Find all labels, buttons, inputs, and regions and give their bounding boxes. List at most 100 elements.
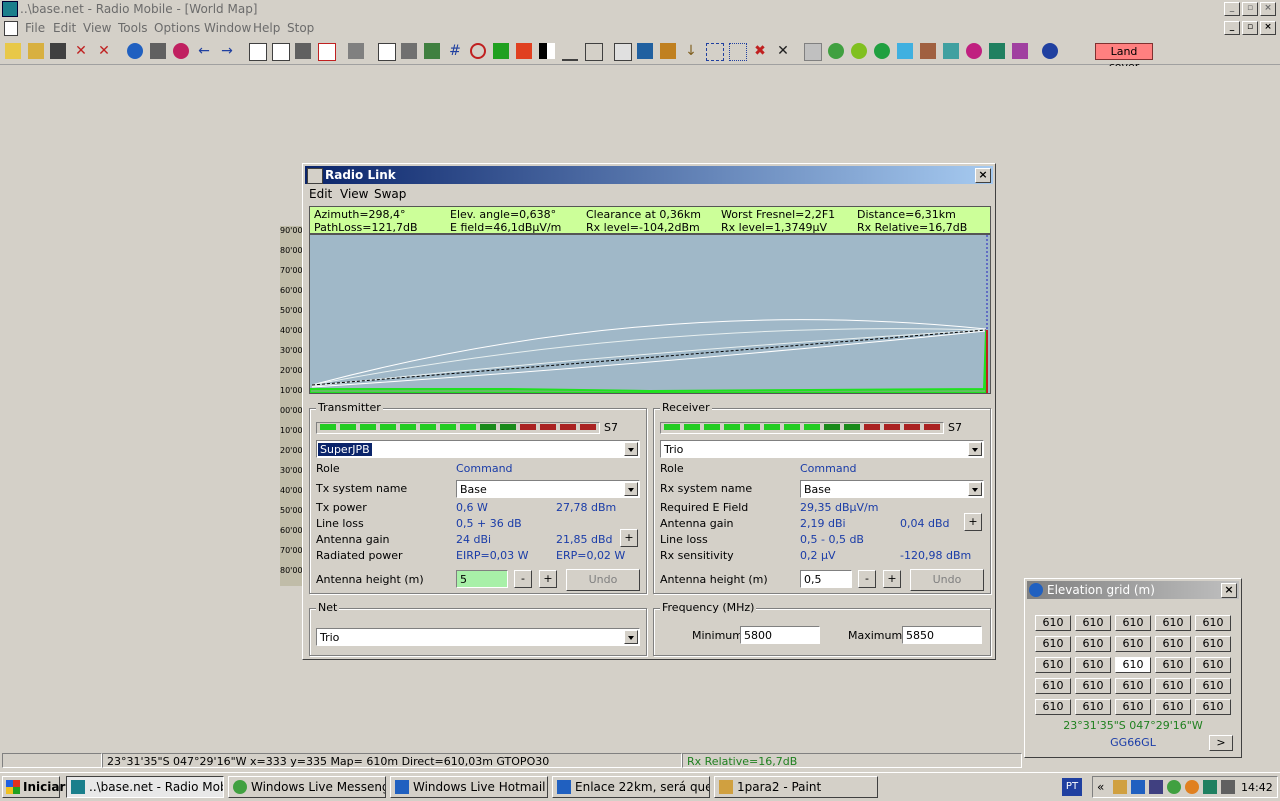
new-icon[interactable]	[5, 43, 21, 59]
restore-button[interactable]: ▫	[1242, 2, 1258, 16]
save-icon[interactable]	[50, 43, 66, 59]
tx-gain-plus-button[interactable]: +	[620, 529, 638, 547]
house-icon[interactable]	[516, 43, 532, 59]
frame-icon[interactable]	[585, 43, 603, 61]
menu-view[interactable]: View	[83, 21, 111, 35]
rx-height-input[interactable]: 0,5	[800, 570, 852, 588]
radio-link-close-button[interactable]: ×	[975, 168, 991, 183]
rx-unit-select[interactable]: Trio	[660, 440, 984, 458]
pdf-icon[interactable]	[318, 43, 336, 61]
tray-network-icon[interactable]	[1131, 780, 1145, 794]
freq-max-input[interactable]: 5850	[902, 626, 982, 644]
cross-icon[interactable]: ✕	[775, 43, 791, 59]
walker-icon[interactable]	[660, 43, 676, 59]
close-button[interactable]: ×	[1260, 2, 1276, 16]
rx-system-select[interactable]: Base	[800, 480, 984, 498]
earth-icon[interactable]	[874, 43, 890, 59]
gradient-icon[interactable]	[539, 43, 555, 59]
tray-volume-icon[interactable]	[1203, 780, 1217, 794]
forward-icon[interactable]: →	[219, 43, 235, 59]
elevation-cell[interactable]: 610	[1195, 615, 1231, 631]
menu-options[interactable]: Options	[154, 21, 200, 35]
yellow-circle-icon[interactable]	[851, 43, 867, 59]
elevation-cell[interactable]: 610	[1115, 699, 1151, 715]
table-icon[interactable]	[614, 43, 632, 61]
unit-icon[interactable]: ✕	[96, 43, 112, 59]
minimize-button[interactable]: _	[1224, 2, 1240, 16]
network-icon[interactable]: ✕	[73, 43, 89, 59]
tray-app-icon[interactable]	[1113, 780, 1127, 794]
rx-undo-button[interactable]: Undo	[910, 569, 984, 591]
grid-icon[interactable]: #	[447, 43, 463, 59]
menu-edit[interactable]: Edit	[53, 21, 76, 35]
elevation-cell[interactable]: 610	[1115, 678, 1151, 694]
tx-height-plus-button[interactable]: +	[539, 570, 557, 588]
elevation-cell[interactable]: 610	[1035, 636, 1071, 652]
world-icon[interactable]	[1042, 43, 1058, 59]
task-messenger[interactable]: Windows Live Messenger	[228, 776, 386, 798]
cylinder-icon[interactable]	[897, 43, 913, 59]
elevation-cell[interactable]: 610	[1075, 699, 1111, 715]
tx-height-input[interactable]: 5	[456, 570, 508, 588]
language-indicator[interactable]: PT	[1062, 778, 1082, 796]
elevation-cell[interactable]: 610	[1075, 615, 1111, 631]
delete-icon[interactable]: ✖	[752, 43, 768, 59]
elevation-cell[interactable]: 610	[1075, 636, 1111, 652]
elevation-cell[interactable]: 610	[1075, 657, 1111, 673]
select-icon[interactable]	[706, 43, 724, 61]
elevation-cell[interactable]: 610	[1115, 636, 1151, 652]
terrain-icon[interactable]	[424, 43, 440, 59]
elevation-cell[interactable]: 610	[1155, 657, 1191, 673]
back-icon[interactable]: ←	[196, 43, 212, 59]
rl-menu-edit[interactable]: Edit	[309, 187, 332, 201]
tray-messenger-icon[interactable]	[1167, 780, 1181, 794]
rx-role-link[interactable]: Command	[800, 462, 857, 475]
menu-file[interactable]: File	[25, 21, 45, 35]
elevation-cell[interactable]: 610	[1035, 657, 1071, 673]
download-icon[interactable]: ↓	[683, 43, 699, 59]
freq-min-input[interactable]: 5800	[740, 626, 820, 644]
tower-icon[interactable]	[920, 43, 936, 59]
open-icon[interactable]	[28, 43, 44, 59]
tx-system-select[interactable]: Base	[456, 480, 640, 498]
network-tree-icon[interactable]	[943, 43, 959, 59]
mdi-close-button[interactable]: ×	[1260, 21, 1276, 35]
land-cover-button[interactable]: Land cover	[1095, 43, 1153, 73]
tray-shield-icon[interactable]	[1185, 780, 1199, 794]
elevation-cell[interactable]: 610	[1195, 699, 1231, 715]
puzzle-icon[interactable]	[1012, 43, 1028, 59]
task-enlace[interactable]: Enlace 22km, será que c...	[552, 776, 710, 798]
menu-help[interactable]: Help	[253, 21, 280, 35]
elevation-cell[interactable]: 610	[1115, 615, 1151, 631]
target-icon[interactable]	[173, 43, 189, 59]
elevation-cell[interactable]: 610	[1195, 636, 1231, 652]
coverage-icon[interactable]	[493, 43, 509, 59]
tx-role-link[interactable]: Command	[456, 462, 513, 475]
ruler-icon[interactable]	[562, 43, 578, 61]
task-radio-mobile[interactable]: ..\base.net - Radio Mobil...	[66, 776, 224, 798]
globe-icon[interactable]	[127, 43, 143, 59]
tray-monitor-icon[interactable]	[1149, 780, 1163, 794]
menu-tools[interactable]: Tools	[118, 21, 148, 35]
copy-icon[interactable]	[378, 43, 396, 61]
elevation-cell[interactable]: 610	[1155, 636, 1191, 652]
page-icon[interactable]	[249, 43, 267, 61]
elevation-cell[interactable]: 610	[1195, 678, 1231, 694]
map-icon[interactable]	[637, 43, 653, 59]
mdi-minimize-button[interactable]: _	[1224, 21, 1240, 35]
elevation-cell[interactable]: 610	[1035, 615, 1071, 631]
elevation-cell[interactable]: 610	[1035, 699, 1071, 715]
tray-display-icon[interactable]	[1221, 780, 1235, 794]
tx-undo-button[interactable]: Undo	[566, 569, 640, 591]
save-page-icon[interactable]	[295, 43, 311, 59]
print-icon[interactable]	[348, 43, 364, 59]
points-icon[interactable]	[729, 43, 747, 61]
task-paint[interactable]: 1para2 - Paint	[714, 776, 878, 798]
tx-unit-select[interactable]: SuperJPB	[316, 440, 640, 458]
rx-gain-plus-button[interactable]: +	[964, 513, 982, 531]
rx-height-minus-button[interactable]: -	[858, 570, 876, 588]
radio-link-icon[interactable]	[804, 43, 822, 61]
edit-page-icon[interactable]	[272, 43, 290, 61]
rl-menu-swap[interactable]: Swap	[374, 187, 406, 201]
green-circle-icon[interactable]	[828, 43, 844, 59]
